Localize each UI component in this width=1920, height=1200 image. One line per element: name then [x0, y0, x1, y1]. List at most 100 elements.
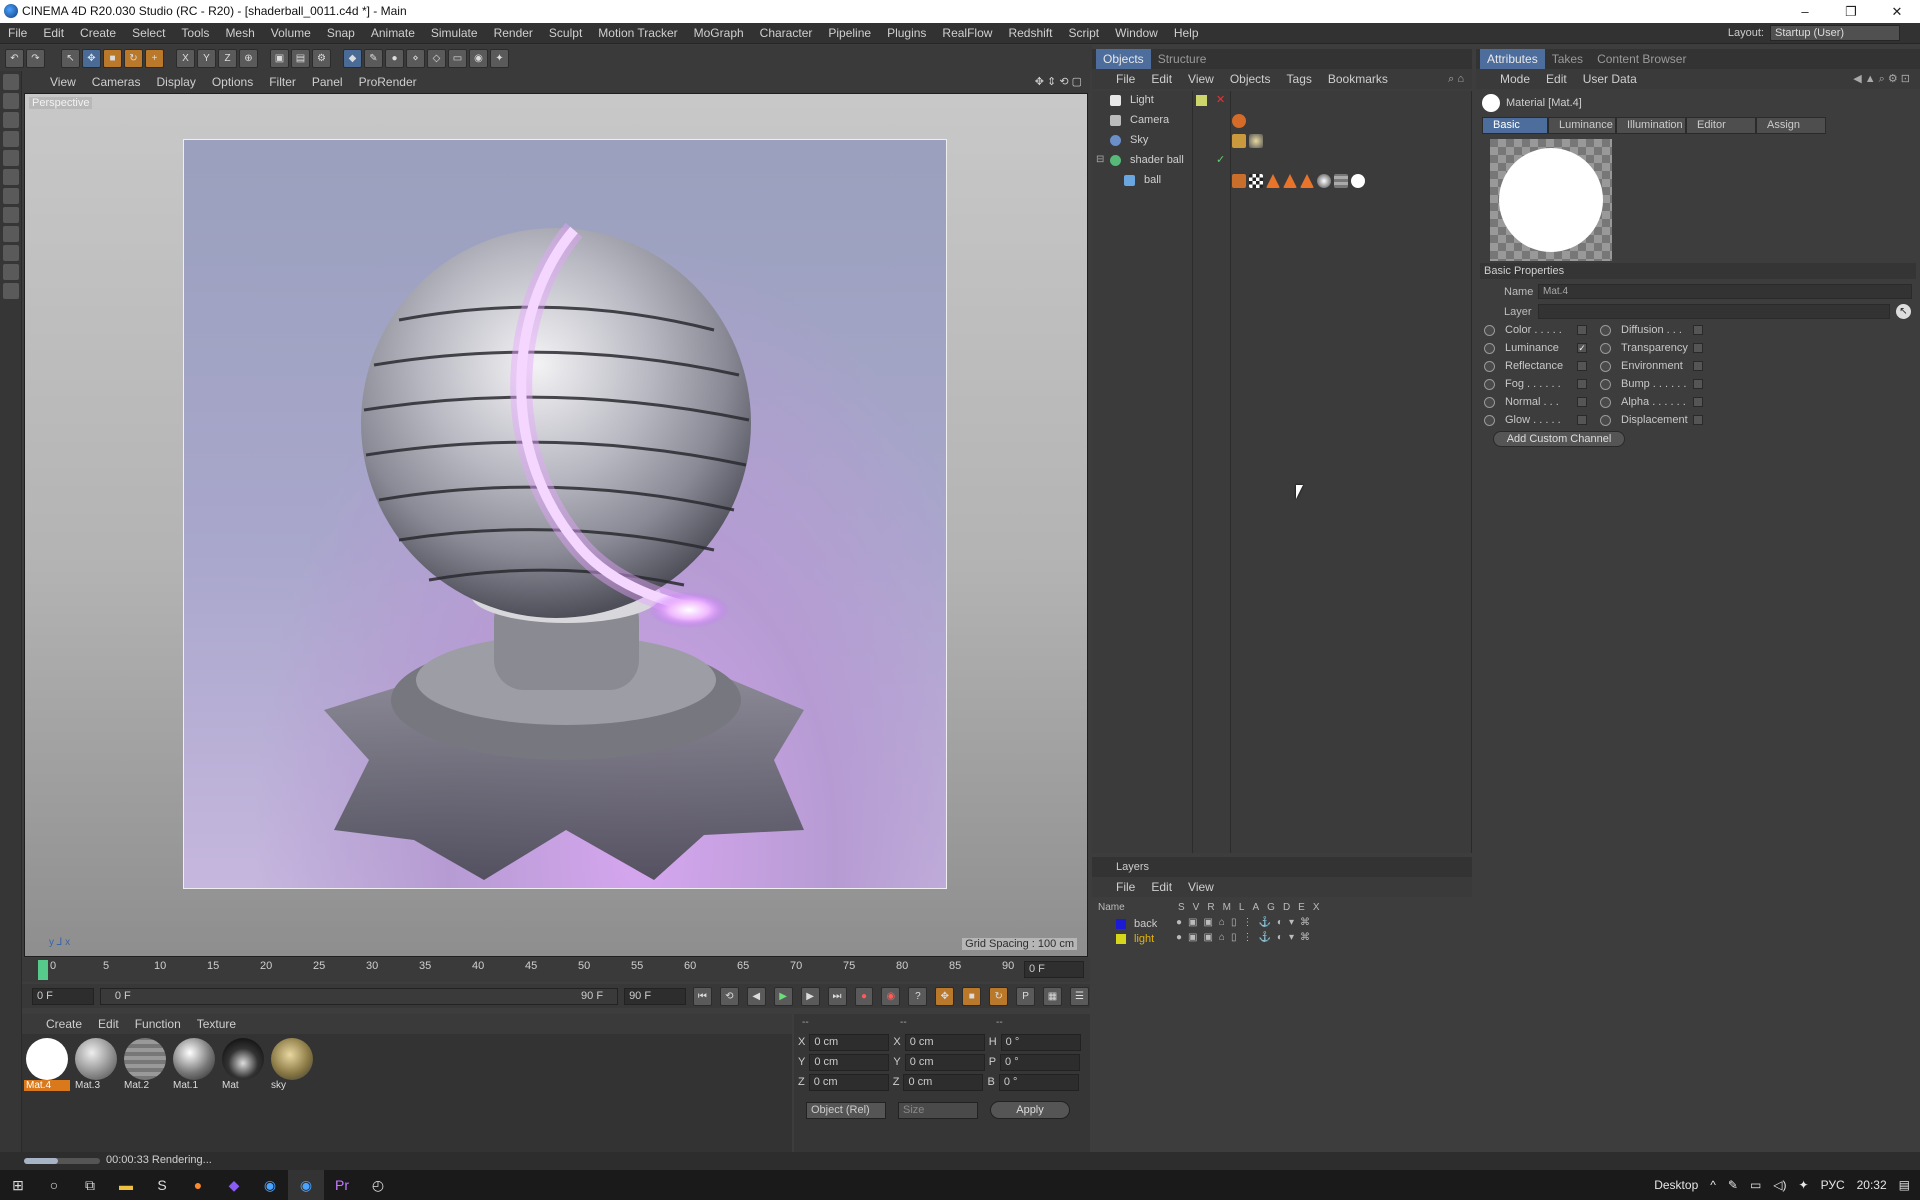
deformer-icon[interactable]: ◇ [427, 48, 446, 68]
channel-checkbox[interactable] [1693, 397, 1703, 407]
subdivision-icon[interactable]: ● [385, 48, 404, 68]
object-row[interactable]: ball [1092, 171, 1471, 191]
polygons-mode-icon[interactable] [2, 188, 19, 204]
planar-workplane-icon[interactable] [2, 283, 19, 299]
menu-script[interactable]: Script [1060, 23, 1107, 44]
menu-snap[interactable]: Snap [319, 23, 363, 44]
floor-icon[interactable]: ▭ [448, 48, 467, 68]
animate-radio-icon[interactable] [1600, 324, 1611, 336]
material-tag-icon[interactable] [1351, 174, 1365, 188]
rotation-p-field[interactable]: 0 ° [1000, 1053, 1081, 1071]
menu-sculpt[interactable]: Sculpt [541, 23, 590, 44]
channel-checkbox[interactable] [1693, 361, 1703, 371]
end-frame-field[interactable]: 90 F [624, 987, 686, 1005]
viewport-menu-filter[interactable]: Filter [261, 71, 304, 93]
render-settings-icon[interactable]: ⚙ [312, 48, 331, 68]
menu-file[interactable]: File [0, 23, 35, 44]
size-z-field[interactable]: 0 cm [903, 1073, 984, 1091]
minimize-button[interactable]: – [1782, 0, 1828, 23]
tab-objects[interactable]: Objects [1096, 49, 1151, 69]
desktop-toolbar[interactable]: Desktop [1654, 1178, 1698, 1192]
z-axis-lock-icon[interactable]: Z [218, 48, 237, 68]
viewport-menu-prorender[interactable]: ProRender [351, 71, 425, 93]
layer-picker-icon[interactable]: ↖ [1896, 304, 1911, 319]
animate-radio-icon[interactable] [1600, 396, 1611, 408]
autokey-icon[interactable]: ◉ [881, 986, 901, 1006]
coord-mode-dropdown[interactable]: Object (Rel) [806, 1101, 886, 1119]
loop-icon[interactable]: ⟲ [719, 986, 739, 1006]
material-swatch[interactable]: Mat [220, 1038, 266, 1098]
menu-mesh[interactable]: Mesh [217, 23, 262, 44]
viewport-menu-display[interactable]: Display [148, 71, 203, 93]
material-swatch[interactable]: Mat.1 [171, 1038, 217, 1098]
attributes-nav-icons[interactable]: ◀ ▲ ⌕ ⚙ ⊡ [1853, 72, 1910, 86]
attributes-menu-user-data[interactable]: User Data [1575, 69, 1645, 89]
viewport-menu-cameras[interactable]: Cameras [84, 71, 149, 93]
channel-checkbox[interactable] [1577, 325, 1587, 335]
channel-row[interactable]: Reflectance [1484, 358, 1587, 374]
channel-checkbox[interactable]: ✓ [1577, 343, 1587, 353]
channel-checkbox[interactable] [1693, 325, 1703, 335]
go-to-end-icon[interactable]: ⏭ [827, 986, 847, 1006]
cube-primitive-icon[interactable]: ◆ [343, 48, 362, 68]
layer-color-swatch[interactable] [1116, 934, 1126, 944]
attributes-menu-mode[interactable]: Mode [1492, 69, 1538, 89]
viewport-menu-view[interactable]: View [42, 71, 84, 93]
start-frame-field[interactable]: 0 F [32, 987, 94, 1005]
enable-axis-icon[interactable] [2, 207, 19, 223]
channel-row[interactable]: Bump . . . . . . [1600, 376, 1703, 392]
coordinate-system-icon[interactable]: ⊕ [239, 48, 258, 68]
add-custom-channel-button[interactable]: Add Custom Channel [1493, 431, 1625, 447]
selection-tag-icon[interactable] [1283, 174, 1297, 188]
tab-structure[interactable]: Structure [1151, 49, 1214, 69]
channel-row[interactable]: Color . . . . . [1484, 322, 1587, 338]
rotation-key-icon[interactable]: ↻ [989, 986, 1009, 1006]
render-off-icon[interactable]: ✕ [1216, 93, 1225, 106]
scale-key-icon[interactable]: ■ [962, 986, 982, 1006]
rotation-h-field[interactable]: 0 ° [1000, 1033, 1081, 1051]
model-mode-icon[interactable] [2, 93, 19, 109]
menu-create[interactable]: Create [72, 23, 124, 44]
protection-tag-icon[interactable] [1232, 114, 1246, 128]
app-icon[interactable]: ◆ [216, 1170, 252, 1200]
animate-radio-icon[interactable] [1600, 414, 1611, 426]
scale-tool-icon[interactable]: ■ [103, 48, 122, 68]
animate-radio-icon[interactable] [1484, 324, 1495, 336]
start-menu-icon[interactable]: ⊞ [0, 1170, 36, 1200]
rotate-tool-icon[interactable]: ↻ [124, 48, 143, 68]
menu-help[interactable]: Help [1166, 23, 1207, 44]
tweak-mode-icon[interactable] [2, 226, 19, 242]
edges-mode-icon[interactable] [2, 169, 19, 185]
material-swatch[interactable]: Mat.3 [73, 1038, 119, 1098]
maximize-button[interactable]: ❐ [1828, 0, 1874, 23]
spline-pen-icon[interactable]: ✎ [364, 48, 383, 68]
parameter-key-icon[interactable]: P [1016, 986, 1036, 1006]
current-frame-field[interactable]: 0 F [1024, 961, 1084, 978]
layer-color-swatch[interactable] [1116, 919, 1126, 929]
timeline-playhead[interactable] [38, 960, 48, 980]
animate-radio-icon[interactable] [1484, 378, 1495, 390]
undo-icon[interactable]: ↶ [5, 48, 24, 68]
material-menu-edit[interactable]: Edit [90, 1014, 127, 1034]
pla-key-icon[interactable]: ▦ [1043, 986, 1062, 1006]
material-preview[interactable] [1490, 139, 1612, 261]
channel-checkbox[interactable] [1577, 397, 1587, 407]
menu-character[interactable]: Character [752, 23, 821, 44]
render-picture-viewer-icon[interactable]: ▤ [291, 48, 310, 68]
snapping-icon[interactable] [2, 245, 19, 261]
channel-checkbox[interactable] [1577, 379, 1587, 389]
object-row[interactable]: Camera [1092, 111, 1471, 131]
menu-pipeline[interactable]: Pipeline [820, 23, 879, 44]
enabled-check-icon[interactable]: ✓ [1216, 153, 1225, 166]
channel-checkbox[interactable] [1693, 415, 1703, 425]
volume-icon[interactable]: ◁) [1773, 1178, 1786, 1192]
play-icon[interactable]: ▶ [773, 986, 793, 1006]
channel-row[interactable]: Diffusion . . . [1600, 322, 1703, 338]
language-indicator[interactable]: РУС [1821, 1178, 1845, 1192]
channel-checkbox[interactable] [1577, 361, 1587, 371]
material-tag-icon[interactable] [1334, 174, 1348, 188]
light-icon[interactable]: ✦ [490, 48, 509, 68]
objects-menu-file[interactable]: File [1108, 69, 1143, 89]
material-tag-icon[interactable] [1249, 134, 1263, 148]
objects-menu-view[interactable]: View [1180, 69, 1222, 89]
